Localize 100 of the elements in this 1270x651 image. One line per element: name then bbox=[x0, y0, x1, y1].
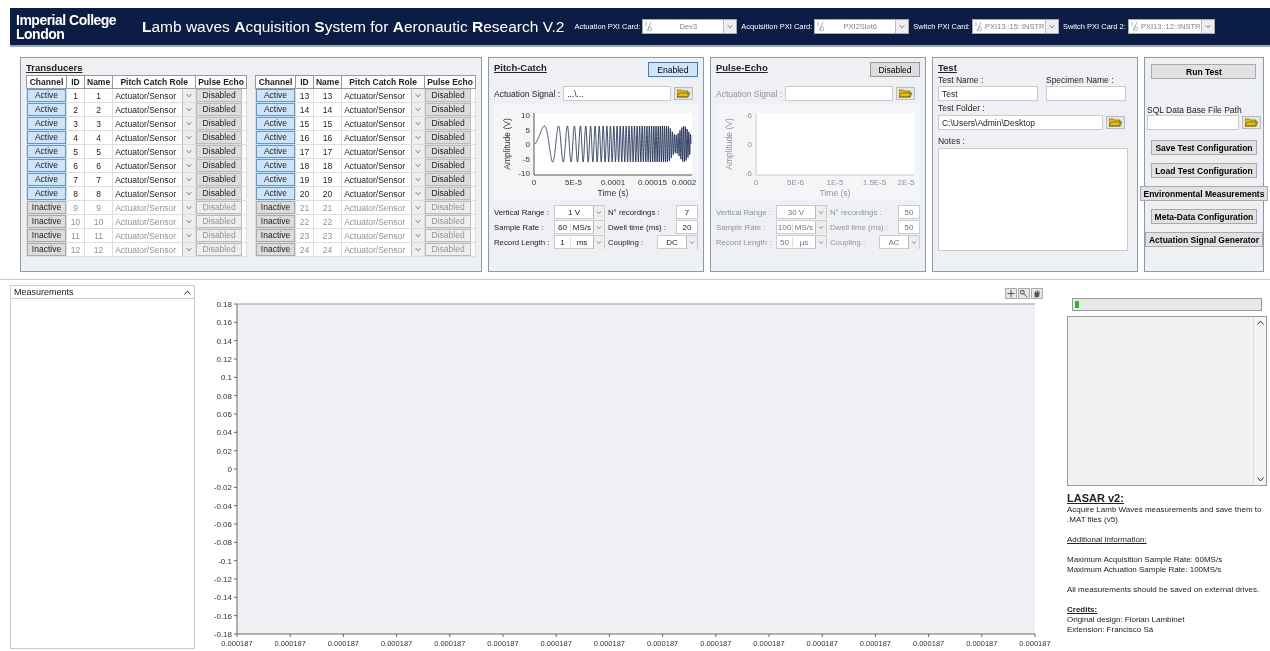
channel-toggle[interactable]: Inactive bbox=[256, 201, 295, 214]
channel-toggle[interactable]: Active bbox=[27, 117, 66, 130]
browse-button[interactable] bbox=[674, 87, 694, 100]
pulse-echo-toggle[interactable]: Disabled bbox=[425, 89, 472, 102]
action-button[interactable]: Save Test Configuration bbox=[1151, 140, 1257, 155]
table-cell: 19 bbox=[313, 172, 342, 187]
channel-toggle[interactable]: Inactive bbox=[27, 229, 66, 242]
pulse-echo-toggle[interactable]: Disabled bbox=[196, 145, 243, 158]
pulse-echo-toggle[interactable]: Disabled bbox=[425, 103, 472, 116]
text-field[interactable] bbox=[1045, 86, 1126, 101]
pulse-echo-toggle[interactable]: Disabled bbox=[196, 173, 243, 186]
channel-toggle[interactable]: Inactive bbox=[27, 215, 66, 228]
scroll-up-icon[interactable] bbox=[184, 289, 191, 295]
role-dropdown[interactable]: Actuator/Sensor bbox=[113, 159, 196, 172]
caret-icon bbox=[182, 89, 196, 102]
role-dropdown[interactable]: Actuator/Sensor bbox=[113, 89, 196, 102]
channel-toggle[interactable]: Active bbox=[256, 159, 295, 172]
measurements-list[interactable]: Measurements bbox=[10, 285, 195, 649]
pulse-echo-toggle[interactable]: Disabled bbox=[196, 159, 243, 172]
channel-toggle[interactable]: Active bbox=[256, 173, 295, 186]
browse-button[interactable] bbox=[1105, 116, 1125, 129]
dropdown[interactable]: 1 V bbox=[553, 205, 605, 219]
role-dropdown[interactable]: Actuator/Sensor bbox=[342, 187, 425, 200]
channel-toggle[interactable]: Active bbox=[27, 159, 66, 172]
pulse-echo-toggle[interactable]: Disabled bbox=[425, 173, 472, 186]
path-field[interactable]: C:\Users\Admin\Desktop bbox=[937, 115, 1103, 130]
channel-toggle[interactable]: Active bbox=[256, 103, 295, 116]
role-dropdown[interactable]: Actuator/Sensor bbox=[113, 173, 196, 186]
caret-icon bbox=[814, 235, 826, 249]
channel-toggle[interactable]: Active bbox=[27, 89, 66, 102]
scrollbar[interactable] bbox=[1253, 317, 1266, 485]
role-dropdown[interactable]: Actuator/Sensor bbox=[113, 187, 196, 200]
channel-toggle[interactable]: Active bbox=[27, 145, 66, 158]
role-dropdown[interactable]: Actuator/Sensor bbox=[342, 117, 425, 130]
role-dropdown[interactable]: Actuator/Sensor bbox=[342, 145, 425, 158]
hand-icon[interactable] bbox=[1031, 288, 1043, 299]
table-cell: 23 bbox=[295, 228, 314, 243]
mode-toggle[interactable]: Enabled bbox=[647, 62, 698, 77]
channel-toggle[interactable]: Inactive bbox=[256, 243, 295, 256]
action-button[interactable]: Load Test Configuration bbox=[1151, 163, 1257, 178]
role-dropdown[interactable]: Actuator/Sensor bbox=[113, 145, 196, 158]
table-cell: 24 bbox=[295, 242, 314, 257]
action-button[interactable]: Meta-Data Configuration bbox=[1150, 209, 1258, 224]
zoom-icon[interactable] bbox=[1018, 288, 1030, 299]
scroll-up-icon[interactable] bbox=[1256, 320, 1264, 325]
crosshair-icon[interactable] bbox=[1005, 288, 1017, 299]
pulse-echo-toggle[interactable]: Disabled bbox=[425, 117, 472, 130]
pulse-echo-toggle[interactable]: Disabled bbox=[196, 117, 243, 130]
role-dropdown[interactable]: Actuator/Sensor bbox=[342, 103, 425, 116]
channel-toggle[interactable]: Active bbox=[256, 187, 295, 200]
caret-icon bbox=[182, 103, 196, 116]
channel-toggle[interactable]: Inactive bbox=[27, 201, 66, 214]
numeric-field[interactable]: 20 bbox=[675, 220, 698, 234]
scroll-down-icon[interactable] bbox=[1256, 477, 1264, 482]
dropdown[interactable]: DC bbox=[656, 235, 698, 249]
pulse-echo-toggle[interactable]: Disabled bbox=[196, 89, 243, 102]
channel-toggle[interactable]: Inactive bbox=[256, 229, 295, 242]
role-dropdown[interactable]: Actuator/Sensor bbox=[342, 159, 425, 172]
unit-dropdown[interactable]: 60 MS/s bbox=[553, 220, 605, 234]
tick-label: 5 bbox=[525, 125, 530, 135]
table-cell: 10 bbox=[66, 214, 85, 229]
channel-toggle[interactable]: Active bbox=[27, 103, 66, 116]
path-field[interactable] bbox=[1146, 115, 1239, 130]
action-button[interactable]: Environmental Measurements bbox=[1139, 186, 1269, 201]
table-cell: 5 bbox=[66, 144, 85, 159]
role-dropdown[interactable]: Actuator/Sensor bbox=[113, 103, 196, 116]
channel-toggle[interactable]: Active bbox=[256, 145, 295, 158]
role-dropdown[interactable]: Actuator/Sensor bbox=[342, 89, 425, 102]
channel-toggle[interactable]: Active bbox=[27, 131, 66, 144]
table-cell: 13 bbox=[313, 88, 342, 103]
role-dropdown[interactable]: Actuator/Sensor bbox=[342, 131, 425, 144]
channel-toggle[interactable]: Active bbox=[256, 89, 295, 102]
pulse-echo-toggle[interactable]: Disabled bbox=[425, 145, 472, 158]
unit-dropdown[interactable]: 1 ms bbox=[553, 235, 605, 249]
action-button[interactable]: Actuation Signal Generator bbox=[1144, 232, 1263, 247]
channel-toggle[interactable]: Inactive bbox=[256, 215, 295, 228]
role-dropdown[interactable]: Actuator/Sensor bbox=[113, 131, 196, 144]
role-dropdown[interactable]: Actuator/Sensor bbox=[342, 173, 425, 186]
role-dropdown[interactable]: Actuator/Sensor bbox=[113, 117, 196, 130]
pulse-echo-toggle[interactable]: Disabled bbox=[425, 131, 472, 144]
channel-toggle[interactable]: Active bbox=[27, 187, 66, 200]
numeric-field[interactable]: 7 bbox=[675, 205, 698, 219]
signal-field[interactable]: ...\... bbox=[563, 86, 672, 101]
channel-toggle[interactable]: Active bbox=[256, 117, 295, 130]
text-field[interactable]: Test bbox=[937, 86, 1038, 101]
pulse-echo-toggle[interactable]: Disabled bbox=[196, 187, 243, 200]
table-cell: 9 bbox=[84, 200, 113, 215]
pulse-echo-toggle[interactable]: Disabled bbox=[196, 103, 243, 116]
browse-button[interactable] bbox=[1241, 116, 1261, 129]
run-button[interactable]: Run Test bbox=[1151, 64, 1257, 79]
tick-label: 10 bbox=[521, 111, 530, 120]
channel-toggle[interactable]: Active bbox=[27, 173, 66, 186]
pulse-echo-toggle[interactable]: Disabled bbox=[425, 187, 472, 200]
notes-field[interactable] bbox=[937, 148, 1128, 251]
pulse-echo-toggle[interactable]: Disabled bbox=[196, 131, 243, 144]
pulse-echo-toggle[interactable]: Disabled bbox=[425, 159, 472, 172]
channel-toggle[interactable]: Inactive bbox=[27, 243, 66, 256]
table-cell: 7 bbox=[84, 172, 113, 187]
table-cell: 6 bbox=[66, 158, 85, 173]
channel-toggle[interactable]: Active bbox=[256, 131, 295, 144]
